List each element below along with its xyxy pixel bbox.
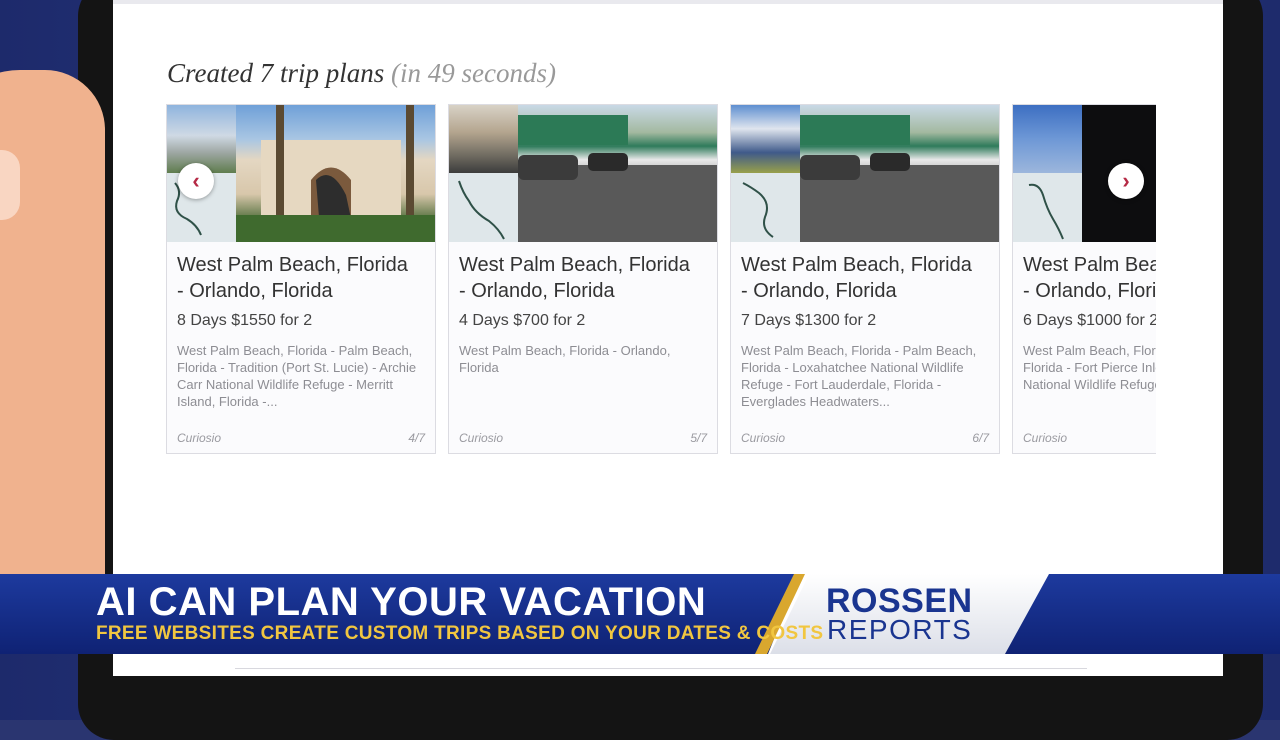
city-thumbnail	[167, 105, 236, 173]
trip-card-image	[731, 105, 999, 242]
results-heading: Created 7 trip plans (in 49 seconds)	[167, 58, 556, 89]
results-heading-main: Created 7 trip plans	[167, 58, 385, 88]
street-photo	[800, 105, 999, 242]
trip-index: 4/7	[408, 431, 425, 445]
trip-price: 6 Days $1000 for 2	[1023, 312, 1156, 329]
trip-price: 4 Days $700 for 2	[459, 312, 586, 329]
trip-title: West Palm Beach, Florida - Orlando, Flor…	[741, 254, 972, 302]
trip-price: 8 Days $1550 for 2	[177, 312, 313, 329]
trip-title: West Palm Beach, Florida - Orlando, Flor…	[177, 254, 408, 302]
banner-headline: AI CAN PLAN YOUR VACATION	[96, 580, 707, 624]
trip-route: West Palm Beach, Florida - Orlando, Flor…	[459, 343, 671, 375]
results-heading-duration: (in 49 seconds)	[391, 58, 556, 88]
trip-index: 6/7	[972, 431, 989, 445]
trip-card[interactable]: West Palm Beach, Florida - Orlando, Flor…	[730, 104, 1000, 454]
trip-carousel: West Palm Beach, Florida - Orlando, Flor…	[166, 104, 1156, 456]
trip-title: West Palm Beach, Florida - Orlando, Flor…	[1023, 254, 1156, 302]
landmark-photo	[236, 105, 435, 242]
street-photo	[518, 105, 717, 242]
trip-route: West Palm Beach, Florida - Palm Beach, F…	[177, 343, 417, 409]
screen-top-border	[113, 0, 1223, 4]
trip-brand: Curiosio	[1023, 431, 1068, 445]
chevron-left-icon: ‹	[192, 168, 200, 193]
trip-card[interactable]: West Palm Beach, Florida - Orlando, Flor…	[1012, 104, 1156, 454]
city-thumbnail	[1013, 105, 1082, 173]
trip-brand: Curiosio	[459, 431, 504, 445]
trip-price: 7 Days $1300 for 2	[741, 312, 877, 329]
banner-right-panel	[1005, 574, 1280, 654]
route-map-thumbnail	[449, 173, 518, 242]
carousel-next-button[interactable]: ›	[1108, 163, 1144, 199]
chevron-right-icon: ›	[1122, 168, 1130, 193]
screen-divider	[235, 668, 1087, 669]
route-map-thumbnail	[1013, 173, 1082, 242]
trip-index: 5/7	[690, 431, 707, 445]
city-thumbnail	[731, 105, 800, 173]
trip-route: West Palm Beach, Florida - Fort Pierce, …	[1023, 343, 1156, 392]
trip-title: West Palm Beach, Florida - Orlando, Flor…	[459, 254, 690, 302]
trip-card[interactable]: West Palm Beach, Florida - Orlando, Flor…	[166, 104, 436, 454]
city-thumbnail	[449, 105, 518, 173]
hand-illustration	[0, 70, 105, 630]
thumbnail-nail	[0, 150, 20, 220]
trip-brand: Curiosio	[177, 431, 222, 445]
banner-subheadline: FREE WEBSITES CREATE CUSTOM TRIPS BASED …	[96, 623, 824, 644]
trip-brand: Curiosio	[741, 431, 786, 445]
logo-reports: REPORTS	[827, 614, 973, 645]
trip-route: West Palm Beach, Florida - Palm Beach, F…	[741, 343, 977, 409]
carousel-prev-button[interactable]: ‹	[178, 163, 214, 199]
trip-card-image	[449, 105, 717, 242]
route-map-thumbnail	[731, 173, 800, 242]
trip-card[interactable]: West Palm Beach, Florida - Orlando, Flor…	[448, 104, 718, 454]
